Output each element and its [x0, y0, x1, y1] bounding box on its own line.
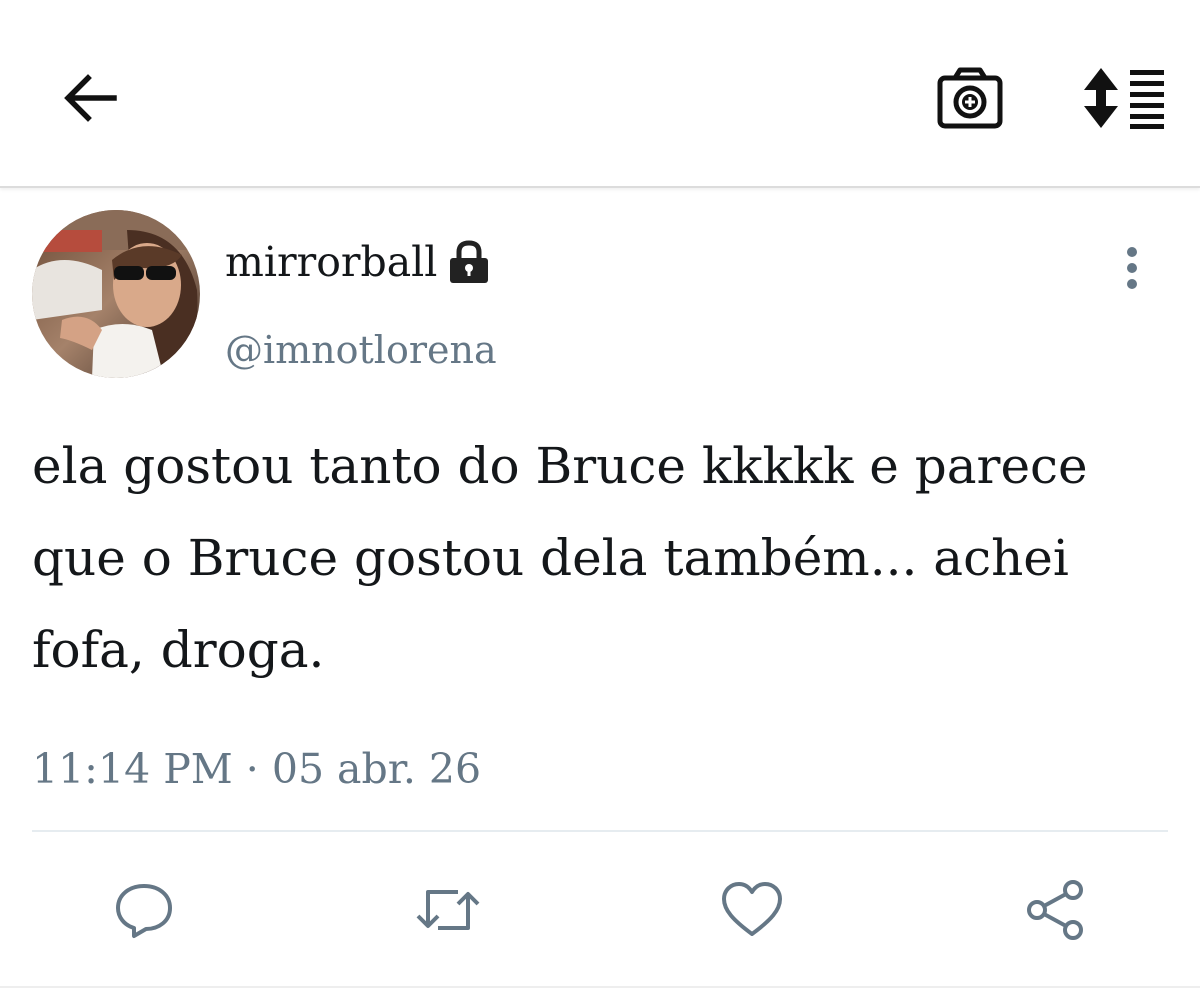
reply-button[interactable] — [104, 870, 184, 950]
profile-photo — [32, 210, 200, 378]
tweet-timestamp: 11:14 PM · 05 abr. 26 — [32, 745, 482, 793]
share-icon — [1027, 880, 1083, 940]
heart-icon — [722, 882, 782, 936]
vertical-dots-icon — [1127, 247, 1137, 289]
like-button[interactable] — [712, 870, 792, 950]
retweet-button[interactable] — [408, 870, 488, 950]
tweet-text: ela gostou tanto do Bruce kkkkk e parece… — [32, 437, 1088, 679]
user-handle[interactable]: @imnotlorena — [225, 320, 497, 380]
speech-bubble-icon — [116, 884, 172, 938]
retweet-icon — [416, 890, 480, 930]
camera-plus-icon — [937, 67, 1003, 129]
more-options-button[interactable] — [1110, 238, 1154, 298]
top-app-bar — [0, 0, 1200, 188]
share-button[interactable] — [1016, 870, 1096, 950]
display-name-text: mirrorball — [225, 238, 438, 286]
arrow-left-icon — [64, 74, 117, 122]
sort-button[interactable] — [1078, 60, 1170, 136]
sort-lines-icon — [1084, 68, 1164, 129]
bottom-divider — [0, 986, 1200, 988]
camera-button[interactable] — [930, 58, 1010, 138]
avatar[interactable] — [32, 210, 200, 378]
divider — [32, 830, 1168, 832]
back-button[interactable] — [56, 64, 124, 132]
lock-icon — [447, 239, 491, 285]
display-name[interactable]: mirrorball — [225, 232, 491, 292]
